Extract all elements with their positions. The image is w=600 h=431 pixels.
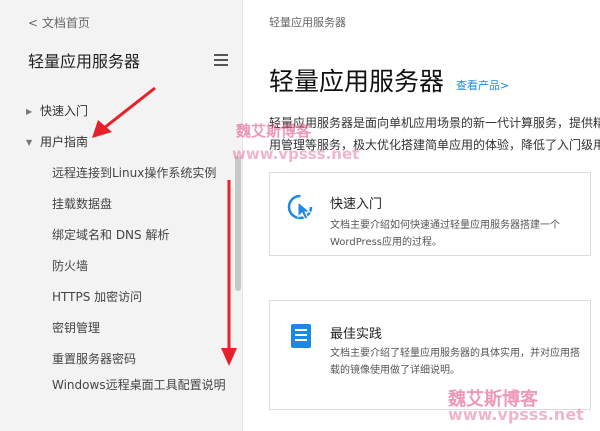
hamburger-menu-icon[interactable] [214, 54, 228, 66]
caret-right-icon: ▶ [26, 107, 33, 116]
card-title: 快速入门 [330, 197, 383, 212]
sidebar-item-label: 快速入门 [40, 104, 89, 118]
sidebar: < 文档首页 轻量应用服务器 ▶ 快速入门 ▼ 用户指南 远程连接到Linux操… [0, 0, 243, 431]
sidebar-subitem-https[interactable]: HTTPS 加密访问 [0, 282, 243, 313]
back-to-docs-home-link[interactable]: < 文档首页 [28, 14, 90, 31]
sidebar-item-label: 用户指南 [40, 135, 89, 149]
breadcrumb[interactable]: 轻量应用服务器 [269, 14, 346, 30]
sidebar-item-user-guide[interactable]: ▼ 用户指南 [0, 127, 243, 158]
watermark-url: www.vpsss.net [448, 405, 584, 424]
sidebar-subitem-reset-password[interactable]: 重置服务器密码 [0, 344, 243, 375]
best-practice-card[interactable]: 最佳实践 文档主要介绍了轻量应用服务器的具体实用，并对应用搭载的镜像使用做了详细… [269, 300, 591, 410]
sidebar-subitem-key-management[interactable]: 密钥管理 [0, 313, 243, 344]
card-title: 最佳实践 [330, 327, 383, 342]
page-title: 轻量应用服务器 [269, 67, 445, 96]
sidebar-title: 轻量应用服务器 [28, 52, 141, 71]
sidebar-item-quick-start[interactable]: ▶ 快速入门 [0, 96, 243, 127]
watermark-name: 魏艾斯博客 [236, 122, 312, 140]
sidebar-nav: ▶ 快速入门 ▼ 用户指南 远程连接到Linux操作系统实例 挂载数据盘 绑定域… [0, 96, 243, 411]
view-product-link[interactable]: 查看产品> [456, 77, 509, 93]
quick-start-card[interactable]: 快速入门 文档主要介绍如何快速通过轻量应用服务器搭建一个WordPress应用的… [269, 172, 591, 256]
sidebar-subitem-domain-dns[interactable]: 绑定域名和 DNS 解析 [0, 220, 243, 251]
card-description: 文档主要介绍如何快速通过轻量应用服务器搭建一个WordPress应用的过程。 [330, 220, 560, 248]
sidebar-subitem-windows-rdp[interactable]: Windows远程桌面工具配置说明 [0, 375, 243, 411]
intro-line: 轻量应用服务器是面向单机应用场景的新一代计算服务，提供精 [269, 116, 600, 130]
caret-down-icon: ▼ [26, 138, 33, 147]
sidebar-scrollbar[interactable] [235, 156, 241, 291]
document-icon [291, 324, 311, 348]
cursor-click-icon [287, 194, 313, 220]
sidebar-subitem-linux-remote[interactable]: 远程连接到Linux操作系统实例 [0, 158, 243, 189]
main-content: 轻量应用服务器 轻量应用服务器 查看产品> 轻量应用服务器是面向单机应用场景的新… [243, 0, 600, 431]
sidebar-subitem-firewall[interactable]: 防火墙 [0, 251, 243, 282]
watermark-url: www.vpsss.net [232, 145, 360, 163]
sidebar-subitem-mount-disk[interactable]: 挂载数据盘 [0, 189, 243, 220]
card-description: 文档主要介绍了轻量应用服务器的具体实用，并对应用搭载的镜像使用做了详细说明。 [330, 348, 580, 376]
